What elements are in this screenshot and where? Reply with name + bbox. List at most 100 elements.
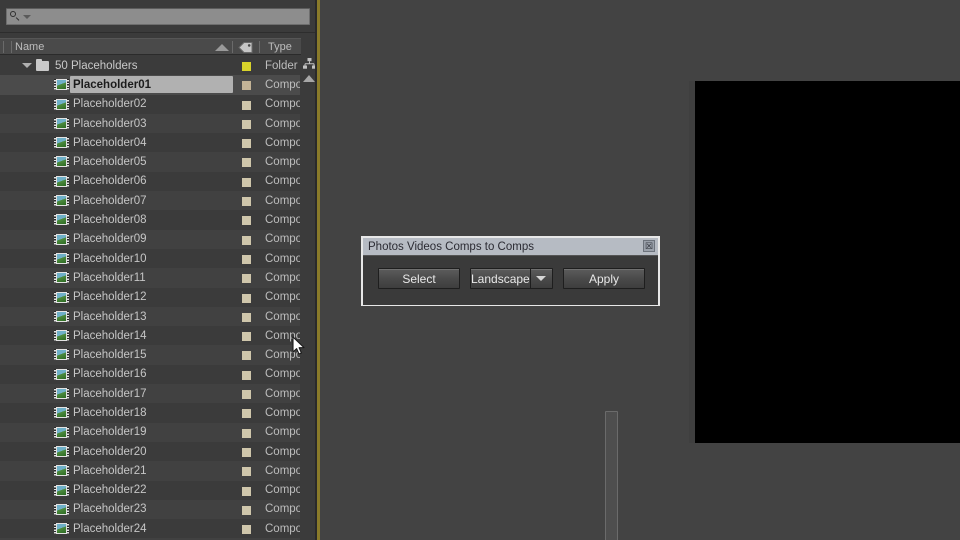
table-row[interactable]: Placeholder13 Compo	[0, 306, 300, 327]
label-color-swatch[interactable]	[242, 81, 251, 91]
label-color-swatch[interactable]	[242, 467, 251, 477]
table-row[interactable]: Placeholder15 Compo	[0, 345, 300, 365]
table-row[interactable]: Placeholder05 Compo	[0, 152, 300, 172]
column-header-type[interactable]: Type	[268, 41, 292, 53]
table-row[interactable]: Placeholder14 Compo	[0, 326, 300, 346]
composition-preview[interactable]	[695, 81, 960, 443]
table-row[interactable]: 50 Placeholders Folder	[0, 56, 300, 76]
item-type: Compo	[265, 175, 300, 188]
table-row[interactable]: Placeholder20 Compo	[0, 441, 300, 462]
dialog-title: Photos Videos Comps to Comps	[368, 240, 534, 253]
label-color-swatch[interactable]	[242, 158, 251, 168]
table-row[interactable]: Placeholder18 Compo	[0, 403, 300, 423]
item-name: Placeholder14	[73, 329, 147, 342]
column-divider[interactable]	[232, 41, 233, 53]
label-color-swatch[interactable]	[242, 428, 251, 438]
label-color-swatch[interactable]	[242, 139, 251, 149]
label-color-swatch[interactable]	[242, 100, 251, 110]
table-row[interactable]: Placeholder10 Compo	[0, 248, 300, 269]
table-row[interactable]: Placeholder12 Compo	[0, 287, 300, 307]
composition-icon	[54, 523, 69, 535]
item-name: Placeholder19	[73, 426, 147, 439]
table-row[interactable]: Placeholder21 Compo	[0, 461, 300, 481]
apply-button[interactable]: Apply	[563, 268, 645, 289]
item-type: Compo	[265, 194, 300, 207]
composition-icon	[54, 445, 69, 457]
sort-ascending-icon[interactable]	[215, 44, 229, 51]
search-icon	[10, 11, 21, 22]
item-name: Placeholder18	[73, 406, 147, 419]
project-item-list[interactable]: 50 Placeholders Folder Placeholder01 Compo P…	[0, 56, 300, 540]
select-button[interactable]: Select	[378, 268, 460, 289]
table-row[interactable]: Placeholder24 Compo	[0, 519, 300, 539]
table-row[interactable]: Placeholder07 Compo	[0, 191, 300, 211]
label-color-swatch[interactable]	[242, 62, 251, 71]
label-color-swatch[interactable]	[242, 293, 251, 303]
table-row[interactable]: Placeholder06 Compo	[0, 171, 300, 192]
composition-icon	[54, 137, 69, 149]
label-color-swatch[interactable]	[242, 390, 251, 400]
item-name: Placeholder11	[73, 271, 146, 284]
table-row[interactable]: Placeholder02 Compo	[0, 94, 300, 114]
item-name: Placeholder08	[73, 214, 147, 227]
item-type: Compo	[265, 117, 300, 130]
label-color-swatch[interactable]	[242, 486, 251, 496]
table-row[interactable]: Placeholder03 Compo	[0, 113, 300, 134]
item-name: Placeholder02	[73, 98, 147, 111]
search-input[interactable]	[6, 8, 310, 25]
scroll-up-arrow-icon[interactable]	[303, 75, 315, 82]
table-row[interactable]: Placeholder17 Compo	[0, 384, 300, 404]
composition-icon	[54, 407, 69, 419]
label-color-swatch[interactable]	[242, 370, 251, 380]
label-color-swatch[interactable]	[242, 254, 251, 264]
item-name: Placeholder12	[73, 291, 147, 304]
label-color-swatch[interactable]	[242, 505, 251, 515]
composition-icon	[54, 98, 69, 110]
orientation-dropdown[interactable]: Landscape	[470, 268, 553, 289]
chevron-down-icon[interactable]	[529, 269, 552, 288]
table-row[interactable]: Placeholder01 Compo	[0, 75, 300, 95]
item-type: Compo	[265, 445, 300, 458]
label-color-swatch[interactable]	[242, 447, 251, 457]
composition-icon	[54, 272, 69, 284]
item-name: Placeholder04	[73, 136, 147, 149]
table-row[interactable]: Placeholder19 Compo	[0, 422, 300, 442]
label-color-swatch[interactable]	[242, 274, 251, 284]
table-row[interactable]: Placeholder23 Compo	[0, 499, 300, 520]
item-type: Compo	[265, 233, 300, 246]
column-divider[interactable]	[259, 41, 260, 53]
table-row[interactable]: Placeholder04 Compo	[0, 133, 300, 153]
item-type: Compo	[265, 78, 300, 91]
table-row[interactable]: Placeholder08 Compo	[0, 210, 300, 230]
table-row[interactable]: Placeholder09 Compo	[0, 229, 300, 249]
label-color-swatch[interactable]	[242, 216, 251, 226]
disclosure-triangle-icon[interactable]	[22, 63, 32, 68]
table-row[interactable]: Placeholder22 Compo	[0, 480, 300, 500]
label-color-swatch[interactable]	[242, 525, 251, 535]
label-color-swatch[interactable]	[242, 312, 251, 322]
label-color-swatch[interactable]	[242, 197, 251, 207]
table-row[interactable]: Placeholder11 Compo	[0, 268, 300, 288]
column-header-name[interactable]: Name	[15, 41, 44, 53]
item-type: Compo	[265, 522, 300, 535]
orientation-dropdown-value[interactable]: Landscape	[471, 269, 530, 288]
dialog-titlebar[interactable]: Photos Videos Comps to Comps ☒	[363, 238, 658, 255]
label-color-swatch[interactable]	[242, 235, 251, 245]
composition-icon	[54, 503, 69, 515]
label-color-swatch[interactable]	[242, 332, 251, 342]
label-color-swatch[interactable]	[242, 119, 251, 129]
label-color-swatch[interactable]	[242, 177, 251, 187]
column-divider[interactable]	[3, 41, 4, 53]
item-name: Placeholder22	[73, 484, 147, 497]
label-color-swatch[interactable]	[242, 351, 251, 361]
label-color-swatch[interactable]	[242, 409, 251, 419]
composition-icon	[54, 195, 69, 207]
label-tag-icon[interactable]	[238, 41, 254, 54]
close-icon[interactable]: ☒	[643, 240, 655, 252]
item-type: Compo	[265, 368, 300, 381]
column-divider[interactable]	[11, 41, 12, 53]
composition-icon	[54, 465, 69, 477]
chevron-down-icon[interactable]	[23, 14, 31, 19]
vertical-scrollbar-thumb[interactable]	[605, 411, 618, 540]
table-row[interactable]: Placeholder16 Compo	[0, 364, 300, 385]
